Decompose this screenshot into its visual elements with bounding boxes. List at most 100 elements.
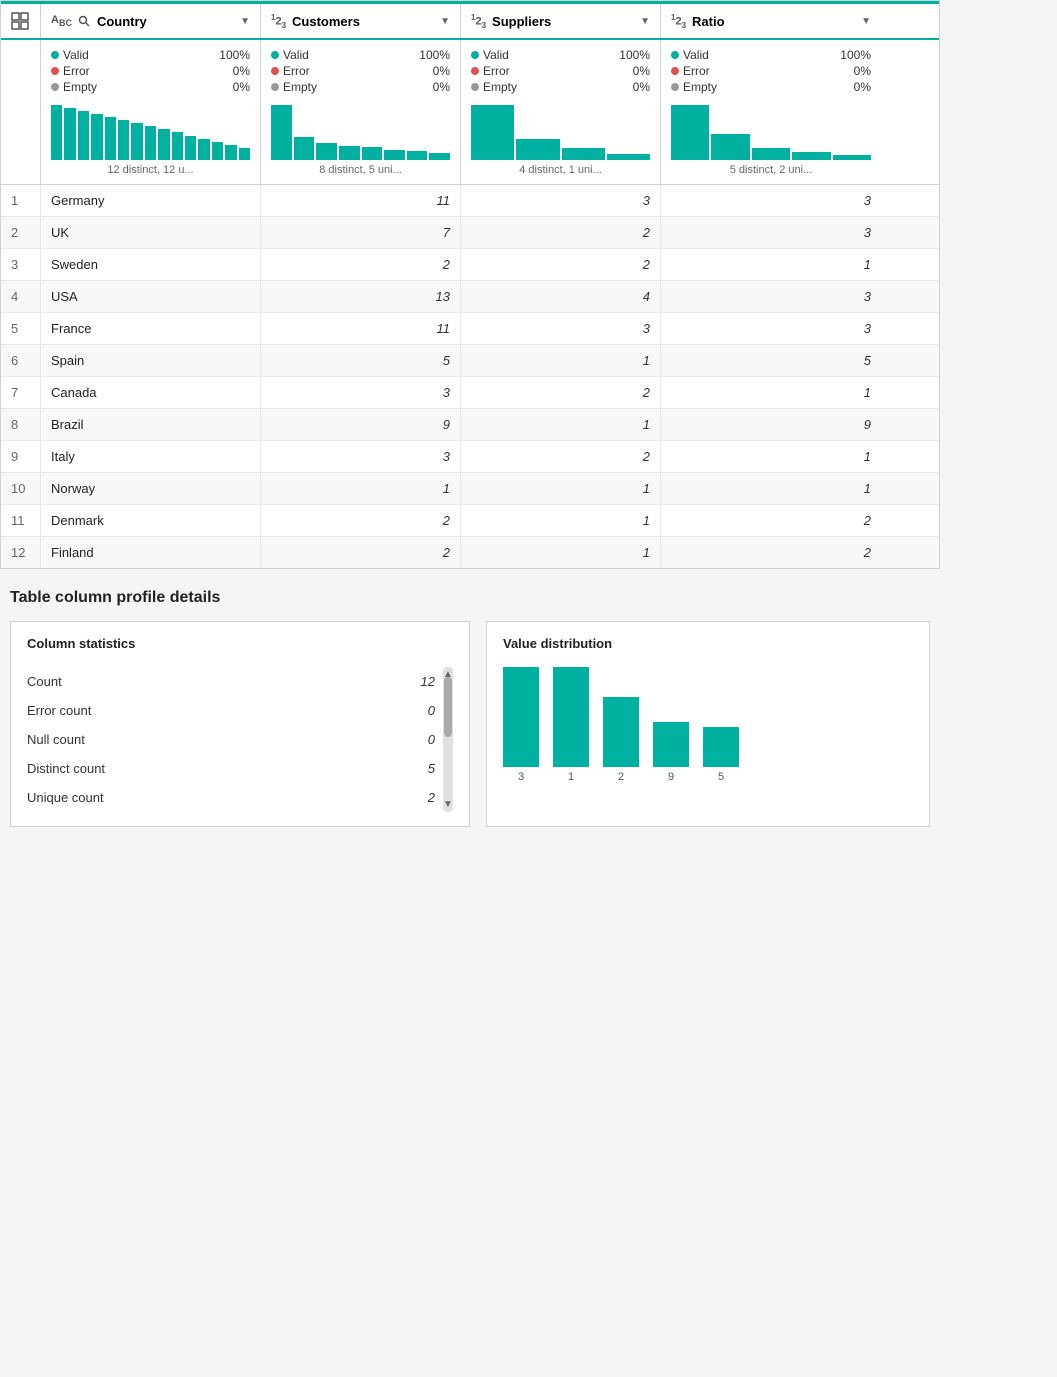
- dist-bar-label: 1: [568, 771, 574, 783]
- empty-label: Empty: [63, 80, 216, 94]
- profile-bar: [271, 105, 292, 160]
- country-cell: Finland: [41, 537, 261, 568]
- empty-dot: [51, 83, 59, 91]
- customers-cell: 11: [261, 185, 461, 216]
- ratio-error-pct: 0%: [841, 64, 871, 78]
- profile-bar: [118, 120, 129, 160]
- stat-label: Error count: [27, 703, 91, 718]
- customers-dropdown-icon[interactable]: ▼: [440, 16, 450, 27]
- bottom-section: Table column profile details Column stat…: [0, 569, 940, 847]
- suppliers-cell: 2: [461, 217, 661, 248]
- table-row[interactable]: 3 Sweden 2 2 1: [1, 249, 939, 281]
- table-row[interactable]: 4 USA 13 4 3: [1, 281, 939, 313]
- ratio-error-row: Error 0%: [671, 64, 871, 78]
- table-row[interactable]: 8 Brazil 9 1 9: [1, 409, 939, 441]
- suppliers-column-header[interactable]: 123 Suppliers ▼: [461, 4, 661, 38]
- stat-label: Count: [27, 674, 62, 689]
- table-row[interactable]: 5 France 11 3 3: [1, 313, 939, 345]
- profile-bar: [429, 153, 450, 160]
- country-valid-pct: 100%: [219, 48, 250, 62]
- table-row[interactable]: 7 Canada 3 2 1: [1, 377, 939, 409]
- suppliers-cell: 1: [461, 409, 661, 440]
- number-type-icon-ratio: 123: [671, 13, 686, 30]
- profile-bar: [105, 117, 116, 160]
- scrollbar[interactable]: ▲ ▼: [443, 667, 453, 812]
- dist-bar-label: 2: [618, 771, 624, 783]
- empty-dot-s: [471, 83, 479, 91]
- dist-bar: [703, 727, 739, 767]
- ratio-distinct-label: 5 distinct, 2 uni...: [671, 164, 871, 176]
- customers-cell: 13: [261, 281, 461, 312]
- stats-panel: Column statistics Count 12 Error count 0…: [10, 621, 470, 827]
- dist-bar: [503, 667, 539, 767]
- scrollbar-thumb[interactable]: [444, 677, 452, 737]
- customers-bar-chart: [271, 100, 450, 160]
- profile-bar: [91, 114, 102, 160]
- table-row[interactable]: 2 UK 7 2 3: [1, 217, 939, 249]
- country-column-header[interactable]: ABC Country ▼: [41, 4, 261, 38]
- profile-bar: [516, 139, 559, 160]
- customers-column-header[interactable]: 123 Customers ▼: [261, 4, 461, 38]
- profile-bar: [51, 105, 62, 160]
- table-row[interactable]: 11 Denmark 2 1 2: [1, 505, 939, 537]
- text-type-icon: ABC: [51, 14, 72, 28]
- table-row[interactable]: 12 Finland 2 1 2: [1, 537, 939, 568]
- dist-bar: [653, 722, 689, 767]
- row-number: 10: [1, 473, 41, 504]
- country-cell: Brazil: [41, 409, 261, 440]
- suppliers-cell: 1: [461, 537, 661, 568]
- ratio-valid-row: Valid 100%: [671, 48, 871, 62]
- bottom-panels: Column statistics Count 12 Error count 0…: [10, 621, 930, 827]
- profile-rownum-cell: [1, 40, 41, 184]
- empty-dot-c: [271, 83, 279, 91]
- country-header-label: Country: [97, 14, 147, 29]
- row-number: 8: [1, 409, 41, 440]
- customers-empty-pct: 0%: [420, 80, 450, 94]
- table-row[interactable]: 1 Germany 11 3 3: [1, 185, 939, 217]
- dist-bar-group: 2: [603, 697, 639, 783]
- profile-bar: [362, 147, 383, 160]
- dist-bar-group: 5: [703, 727, 739, 783]
- profile-bar: [172, 132, 183, 160]
- dist-bar: [603, 697, 639, 767]
- ratio-dropdown-icon[interactable]: ▼: [861, 16, 871, 27]
- ratio-cell: 3: [661, 185, 881, 216]
- suppliers-dropdown-icon[interactable]: ▼: [640, 16, 650, 27]
- valid-dot-r: [671, 51, 679, 59]
- suppliers-quality-row: Valid 100% Error 0% Empty 0%: [471, 48, 650, 94]
- country-dropdown-icon[interactable]: ▼: [240, 16, 250, 27]
- suppliers-error-row: Error 0%: [471, 64, 650, 78]
- ratio-column-header[interactable]: 123 Ratio ▼: [661, 4, 881, 38]
- row-number: 6: [1, 345, 41, 376]
- suppliers-valid-pct: 100%: [619, 48, 650, 62]
- profile-bar: [407, 151, 428, 160]
- profile-bar: [145, 126, 156, 160]
- ratio-cell: 3: [661, 281, 881, 312]
- profile-bar: [752, 148, 790, 160]
- suppliers-cell: 2: [461, 249, 661, 280]
- suppliers-empty-row: Empty 0%: [471, 80, 650, 94]
- grid-icon: [11, 12, 29, 30]
- section-title: Table column profile details: [10, 589, 930, 607]
- suppliers-cell: 3: [461, 313, 661, 344]
- customers-cell: 3: [261, 441, 461, 472]
- suppliers-cell: 3: [461, 185, 661, 216]
- search-icon: [78, 15, 90, 27]
- profile-bar: [78, 111, 89, 160]
- table-row[interactable]: 9 Italy 3 2 1: [1, 441, 939, 473]
- ratio-header-label: Ratio: [692, 14, 725, 29]
- stats-list: Count 12 Error count 0 Null count 0 Dist…: [27, 667, 435, 812]
- scroll-down-arrow[interactable]: ▼: [443, 797, 453, 812]
- table-row[interactable]: 10 Norway 1 1 1: [1, 473, 939, 505]
- customers-cell: 11: [261, 313, 461, 344]
- ratio-cell: 2: [661, 505, 881, 536]
- ratio-valid-pct: 100%: [840, 48, 871, 62]
- profile-bar: [792, 152, 830, 160]
- data-rows: 1 Germany 11 3 3 2 UK 7 2 3 3 Sweden 2 2…: [1, 185, 939, 568]
- ratio-cell: 1: [661, 249, 881, 280]
- table-row[interactable]: 6 Spain 5 1 5: [1, 345, 939, 377]
- number-type-icon-suppliers: 123: [471, 13, 486, 30]
- ratio-cell: 3: [661, 313, 881, 344]
- suppliers-header-label: Suppliers: [492, 14, 551, 29]
- valid-dot-c: [271, 51, 279, 59]
